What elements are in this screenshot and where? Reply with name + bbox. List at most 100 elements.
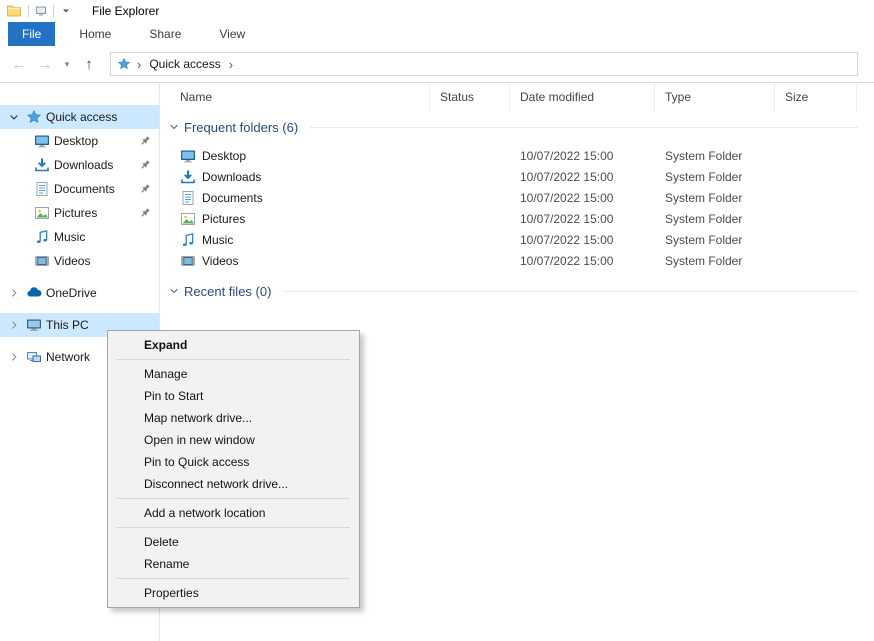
file-type: System Folder	[655, 229, 775, 250]
file-name: Desktop	[202, 149, 246, 163]
file-status	[430, 187, 510, 208]
sidebar-item-music[interactable]: Music	[0, 225, 159, 249]
pin-icon	[137, 181, 154, 198]
table-row-documents[interactable]: Documents 10/07/2022 15:00 System Folder	[160, 187, 874, 208]
videos-icon	[180, 253, 196, 269]
menu-item-pin-to-start[interactable]: Pin to Start	[108, 385, 359, 407]
menu-item-properties[interactable]: Properties	[108, 582, 359, 604]
breadcrumb-separator-icon[interactable]: ›	[229, 58, 233, 71]
table-row-music[interactable]: Music 10/07/2022 15:00 System Folder	[160, 229, 874, 250]
sidebar-item-desktop[interactable]: Desktop	[0, 129, 159, 153]
group-header-recent-files[interactable]: Recent files (0)	[168, 281, 874, 301]
column-header-name[interactable]: Name	[160, 83, 430, 111]
chevron-down-icon[interactable]	[60, 5, 72, 17]
breadcrumb[interactable]: Quick access	[147, 57, 222, 71]
group-header-frequent-folders[interactable]: Frequent folders (6)	[168, 117, 874, 137]
sidebar-item-label: Music	[54, 230, 85, 244]
file-name: Pictures	[202, 212, 245, 226]
titlebar-divider	[28, 5, 29, 17]
file-status	[430, 208, 510, 229]
pin-icon	[137, 205, 154, 222]
chevron-down-icon[interactable]	[168, 121, 180, 133]
sidebar-item-label: Desktop	[54, 134, 98, 148]
sidebar-item-label: Quick access	[46, 110, 117, 124]
column-header-status[interactable]: Status	[430, 83, 510, 111]
file-name: Documents	[202, 191, 263, 205]
sidebar-item-quick-access[interactable]: Quick access	[0, 105, 159, 129]
file-type: System Folder	[655, 208, 775, 229]
menu-item-open-in-new-window[interactable]: Open in new window	[108, 429, 359, 451]
group-header-label: Frequent folders (6)	[184, 120, 298, 135]
chevron-right-icon[interactable]	[6, 317, 22, 333]
sidebar-item-onedrive[interactable]: OneDrive	[0, 281, 159, 305]
sidebar-item-downloads[interactable]: Downloads	[0, 153, 159, 177]
table-row-videos[interactable]: Videos 10/07/2022 15:00 System Folder	[160, 250, 874, 271]
frequent-folders-list: Desktop 10/07/2022 15:00 System Folder D…	[160, 145, 874, 271]
navigation-toolbar: ← → ▼ ↑ › Quick access ›	[0, 46, 874, 83]
chevron-down-icon[interactable]	[168, 285, 180, 297]
music-icon	[180, 232, 196, 248]
titlebar-divider	[53, 5, 54, 17]
menu-item-disconnect-network-drive[interactable]: Disconnect network drive...	[108, 473, 359, 495]
menu-item-rename[interactable]: Rename	[108, 553, 359, 575]
column-header-type[interactable]: Type	[655, 83, 775, 111]
sidebar-item-label: Pictures	[54, 206, 97, 220]
menu-item-manage[interactable]: Manage	[108, 363, 359, 385]
up-button-icon[interactable]: ↑	[78, 53, 100, 75]
quick-access-toolbar-icon[interactable]	[35, 5, 47, 17]
window-title: File Explorer	[92, 4, 159, 18]
column-header-date-modified[interactable]: Date modified	[510, 83, 655, 111]
menu-item-delete[interactable]: Delete	[108, 531, 359, 553]
file-status	[430, 250, 510, 271]
file-name: Videos	[202, 254, 238, 268]
this-pc-monitor-icon	[26, 317, 42, 333]
file-name: Music	[202, 233, 233, 247]
column-header-size[interactable]: Size	[775, 83, 857, 111]
menu-item-add-network-location[interactable]: Add a network location	[108, 502, 359, 524]
sidebar-item-videos[interactable]: Videos	[0, 249, 159, 273]
downloads-icon	[180, 169, 196, 185]
menu-item-expand[interactable]: Expand	[108, 334, 359, 356]
tab-home[interactable]: Home	[65, 22, 125, 46]
network-icon	[26, 349, 42, 365]
forward-button-icon[interactable]: →	[34, 53, 56, 75]
menu-separator	[117, 498, 350, 499]
ribbon-tab-bar: File Home Share View	[0, 22, 874, 46]
menu-separator	[117, 359, 350, 360]
table-row-desktop[interactable]: Desktop 10/07/2022 15:00 System Folder	[160, 145, 874, 166]
file-type: System Folder	[655, 166, 775, 187]
videos-icon	[34, 253, 50, 269]
title-bar: File Explorer	[0, 0, 874, 22]
sidebar-item-label: Documents	[54, 182, 115, 196]
back-button-icon[interactable]: ←	[8, 53, 30, 75]
group-header-label: Recent files (0)	[184, 284, 271, 299]
file-explorer-window: File Explorer File Home Share View ← → ▼…	[0, 0, 874, 641]
recent-locations-dropdown-icon[interactable]: ▼	[60, 53, 74, 75]
documents-icon	[180, 190, 196, 206]
sidebar-item-pictures[interactable]: Pictures	[0, 201, 159, 225]
file-date-modified: 10/07/2022 15:00	[510, 229, 655, 250]
file-date-modified: 10/07/2022 15:00	[510, 250, 655, 271]
tab-file[interactable]: File	[8, 22, 55, 46]
chevron-right-icon[interactable]	[6, 285, 22, 301]
quick-access-star-icon	[117, 57, 131, 71]
tab-share[interactable]: Share	[135, 22, 195, 46]
chevron-down-icon[interactable]	[6, 109, 22, 125]
address-bar[interactable]: › Quick access ›	[110, 52, 858, 76]
desktop-icon	[34, 133, 50, 149]
context-menu: Expand Manage Pin to Start Map network d…	[107, 330, 360, 608]
pictures-icon	[34, 205, 50, 221]
chevron-right-icon[interactable]	[6, 349, 22, 365]
sidebar-item-documents[interactable]: Documents	[0, 177, 159, 201]
file-status	[430, 166, 510, 187]
folder-icon	[6, 3, 22, 19]
tab-view[interactable]: View	[205, 22, 259, 46]
file-date-modified: 10/07/2022 15:00	[510, 166, 655, 187]
file-date-modified: 10/07/2022 15:00	[510, 208, 655, 229]
table-row-pictures[interactable]: Pictures 10/07/2022 15:00 System Folder	[160, 208, 874, 229]
sidebar-item-label: Videos	[54, 254, 90, 268]
table-row-downloads[interactable]: Downloads 10/07/2022 15:00 System Folder	[160, 166, 874, 187]
documents-icon	[34, 181, 50, 197]
menu-item-pin-to-quick-access[interactable]: Pin to Quick access	[108, 451, 359, 473]
menu-item-map-network-drive[interactable]: Map network drive...	[108, 407, 359, 429]
